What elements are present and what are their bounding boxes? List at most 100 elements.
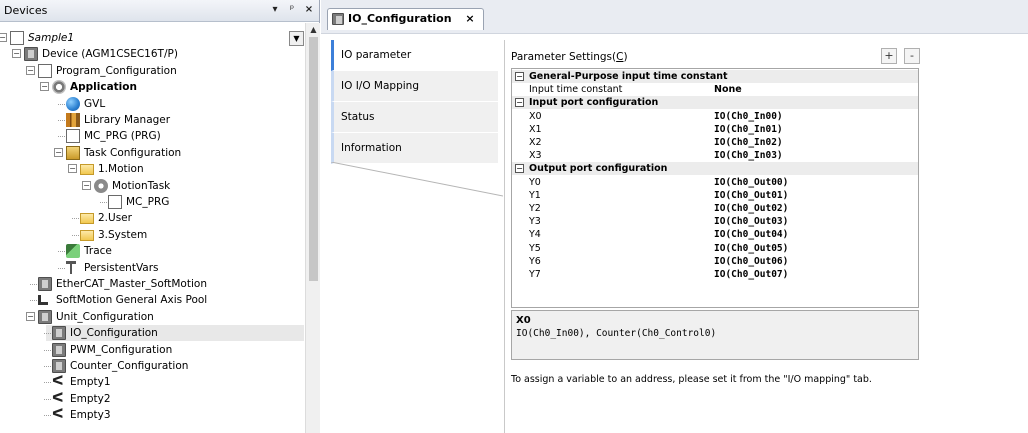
parameter-group-row[interactable]: − General-Purpose input time constant [512,70,918,83]
tree-item[interactable]: − Unit_Configuration [26,309,304,325]
parameter-row[interactable]: Y5 IO(Ch0_Out05) [512,242,918,255]
parameter-row[interactable]: Y7 IO(Ch0_Out07) [512,268,918,281]
library-icon [66,113,80,127]
tree-item[interactable]: MC_PRG (PRG) [58,128,304,144]
program-config-icon [38,63,52,78]
tree-item[interactable]: GVL [58,96,304,112]
close-icon[interactable]: × [302,3,316,17]
tree-item[interactable]: MC_PRG [100,194,304,210]
panel-menu-icon[interactable]: ▾ [268,3,282,17]
parameter-value[interactable]: IO(Ch0_Out06) [714,255,788,268]
tree-item[interactable]: ᐸ Empty3 [44,407,304,423]
tab-io-mapping[interactable]: IO I/O Mapping [331,71,498,102]
tree-item[interactable]: 2.User [72,210,304,226]
tree-connector [44,349,51,351]
scrollbar-thumb[interactable] [309,37,318,281]
parameter-name: Input time constant [529,84,623,96]
tab-io-configuration[interactable]: IO_Configuration × [327,8,484,30]
parameter-row[interactable]: X3 IO(Ch0_In03) [512,149,918,162]
parameter-row[interactable]: Y6 IO(Ch0_Out06) [512,255,918,268]
tree-item[interactable]: EtherCAT_Master_SoftMotion [30,276,304,292]
tab-status[interactable]: Status [331,102,498,133]
parameter-value[interactable]: IO(Ch0_In01) [714,123,783,136]
tree-item[interactable]: Counter_Configuration [44,358,304,374]
parameter-value[interactable]: IO(Ch0_Out05) [714,242,788,255]
parameter-value[interactable]: IO(Ch0_Out04) [714,228,788,241]
tree-expander-icon[interactable]: − [26,311,35,321]
close-tab-icon[interactable]: × [465,12,474,25]
tree-expander-icon[interactable]: − [26,65,35,75]
tree-scrollbar[interactable]: ▲ [305,23,320,433]
collapse-icon[interactable]: − [515,72,524,81]
tree-item[interactable]: IO_Configuration [44,325,304,342]
tree-connector [58,267,65,269]
tree-expander-icon[interactable]: − [54,147,63,157]
parameter-row[interactable]: Y2 IO(Ch0_Out02) [512,202,918,215]
device-icon [24,47,38,62]
parameter-detail-box: X0 IO(Ch0_In00), Counter(Ch0_Control0) [511,310,919,360]
parameter-value[interactable]: IO(Ch0_Out01) [714,189,788,202]
parameter-value[interactable]: IO(Ch0_Out00) [714,176,788,189]
device-tree: − Sample1− Device (AGM1CSEC16T/P) − Program_… [0,23,304,433]
parameter-row[interactable]: X1 IO(Ch0_In01) [512,123,918,136]
parameter-value[interactable]: IO(Ch0_In03) [714,149,783,162]
tree-item[interactable]: SoftMotion General Axis Pool [30,292,304,308]
parameter-row[interactable]: Y4 IO(Ch0_Out04) [512,228,918,241]
parameter-group-name: General-Purpose input time constant [529,71,728,82]
tree-item[interactable]: Trace [58,243,304,259]
parameter-row[interactable]: Y0 IO(Ch0_Out00) [512,176,918,189]
parameter-row[interactable]: Input time constant None [512,83,918,96]
tree-item[interactable]: − Device (AGM1CSEC16T/P) [12,46,304,62]
parameter-row[interactable]: X0 IO(Ch0_In00) [512,110,918,123]
tree-item[interactable]: − 1.Motion [68,161,304,177]
tab-io-parameter[interactable]: IO parameter [331,40,498,71]
tree-expander-icon[interactable]: − [68,164,77,174]
parameter-value[interactable]: IO(Ch0_Out07) [714,268,788,281]
tree-item[interactable]: − Program_Configuration [26,63,304,79]
tree-expander-icon[interactable]: − [40,82,49,92]
pin-icon[interactable]: ᵖ [285,3,299,17]
parameter-value[interactable]: IO(Ch0_Out03) [714,215,788,228]
collapse-icon[interactable]: − [515,98,524,108]
parameter-name: X1 [529,123,542,135]
tree-connector [30,300,37,302]
tree-item[interactable]: ᐸ Empty1 [44,374,304,390]
tree-item[interactable]: Library Manager [58,112,304,128]
parameter-row[interactable]: X2 IO(Ch0_In02) [512,136,918,149]
tree-item[interactable]: − Application [40,79,304,95]
tree-item[interactable]: 3.System [72,227,304,243]
parameter-panel: Parameter Settings(C) + - − General-Purpo… [504,40,1028,433]
tree-expander-icon[interactable]: − [12,49,21,59]
tree-item[interactable]: PersistentVars [58,260,304,276]
tree-item-label: MotionTask [112,179,171,192]
collapse-all-button[interactable]: - [904,48,920,64]
scroll-up-icon[interactable]: ▲ [309,25,318,34]
parameter-group-row[interactable]: − Output port configuration [512,162,918,176]
parameter-group-row[interactable]: − Input port configuration [512,96,918,110]
tree-expander-icon[interactable]: − [0,33,7,42]
tree-dropdown-button[interactable]: ▼ [289,31,304,46]
parameter-value[interactable]: IO(Ch0_In02) [714,136,783,149]
folder-icon [80,213,94,225]
tab-information[interactable]: Information [331,133,498,164]
tree-expander-icon[interactable]: − [82,180,91,190]
collapse-icon[interactable]: − [515,164,524,174]
parameter-value[interactable]: None [714,83,742,96]
globe-icon [66,96,80,111]
tree-item[interactable]: − MotionTask [82,178,304,194]
tree-item[interactable]: − Task Configuration [54,145,304,161]
motion-icon [94,178,108,193]
persistent-icon [66,260,76,275]
tree-item[interactable]: ᐸ Empty2 [44,391,304,407]
tree-item[interactable]: PWM_Configuration [44,342,304,358]
parameter-row[interactable]: Y3 IO(Ch0_Out03) [512,215,918,228]
parameter-row[interactable]: Y1 IO(Ch0_Out01) [512,189,918,202]
expand-all-button[interactable]: + [881,48,897,64]
parameter-value[interactable]: IO(Ch0_Out02) [714,202,788,215]
parameter-name: Y7 [529,269,541,280]
tree-item[interactable]: − Sample1 [0,30,304,46]
project-icon [10,31,24,45]
tree-item-label: 3.System [98,228,148,241]
parameter-value[interactable]: IO(Ch0_In00) [714,110,783,123]
parameter-table: − General-Purpose input time constant Inpu… [511,68,919,308]
